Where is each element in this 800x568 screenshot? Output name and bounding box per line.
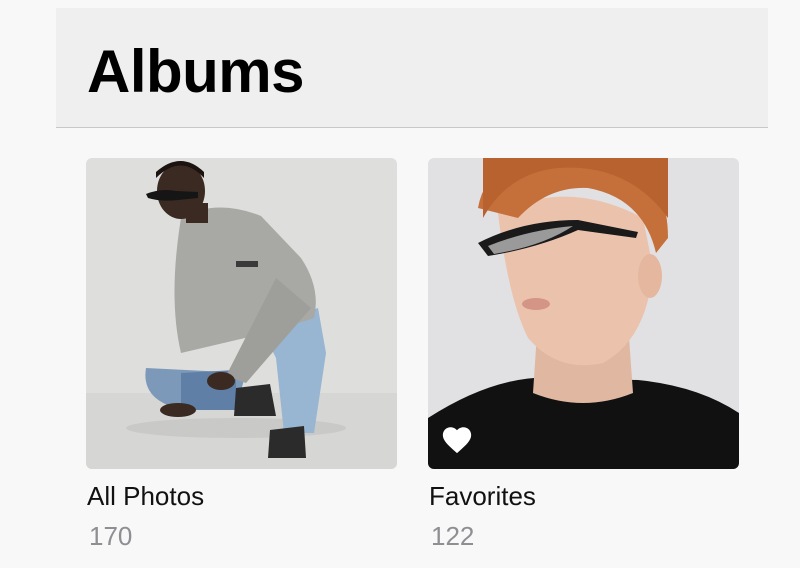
album-count: 122 bbox=[431, 521, 475, 551]
album-favorites[interactable]: Favorites 122 bbox=[428, 158, 739, 551]
photo-crouching-man bbox=[86, 158, 397, 469]
album-name: All Photos bbox=[87, 481, 205, 511]
album-thumbnail[interactable] bbox=[428, 158, 739, 469]
photo-red-haired-man bbox=[428, 158, 739, 469]
album-name: Favorites bbox=[429, 481, 536, 511]
albums-header: Albums bbox=[56, 8, 768, 128]
heart-icon bbox=[442, 427, 472, 454]
album-thumbnail[interactable] bbox=[86, 158, 397, 469]
album-all-photos[interactable]: All Photos 170 bbox=[86, 158, 397, 551]
album-count: 170 bbox=[89, 521, 133, 551]
page-title: Albums bbox=[87, 38, 305, 105]
